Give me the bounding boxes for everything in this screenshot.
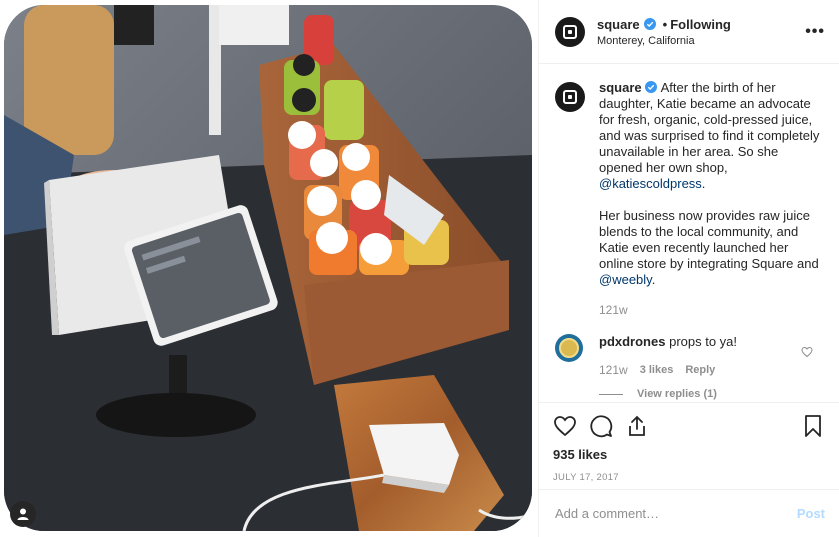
caption-text-2-end: . (651, 272, 656, 287)
comment-text: props to ya! (669, 334, 738, 349)
caption-text-1-end: . (701, 176, 706, 191)
square-logo-icon (563, 90, 577, 104)
header-separator: • (662, 16, 668, 32)
mention-weebly[interactable]: @weebly (599, 272, 652, 287)
post-caption: square After the birth of her daughter, K… (555, 80, 823, 318)
caption-body: square After the birth of her daughter, K… (599, 80, 823, 318)
caption-paragraph-2: Her business now provides raw juice blen… (599, 208, 823, 288)
share-icon[interactable] (625, 414, 649, 438)
comment-reply-button[interactable]: Reply (685, 362, 715, 378)
likes-count[interactable]: 935 likes (553, 447, 825, 462)
drone-badge-icon (559, 338, 579, 358)
comment-like-heart-icon[interactable] (801, 346, 813, 358)
add-comment-bar: Post (539, 489, 839, 537)
post-comment-button[interactable]: Post (797, 506, 825, 521)
post-side-panel: square • Following Monterey, California … (538, 0, 839, 537)
tagged-user-button[interactable] (10, 501, 36, 527)
bookmark-icon[interactable] (801, 414, 825, 438)
post-date[interactable]: JULY 17, 2017 (553, 472, 825, 483)
comment-icon[interactable] (589, 414, 613, 438)
header-title-line: square • Following (597, 17, 805, 32)
verified-badge-icon (644, 81, 657, 93)
post-header: square • Following Monterey, California … (539, 0, 839, 64)
header-text: square • Following Monterey, California (597, 17, 805, 47)
account-avatar[interactable] (555, 16, 585, 47)
commenter-avatar[interactable] (555, 334, 583, 362)
caption-text-2: Her business now provides raw juice blen… (599, 208, 819, 271)
comment-meta: 121w 3 likes Reply (599, 362, 737, 378)
caption-paragraph-1: square After the birth of her daughter, K… (599, 80, 823, 192)
comment-body: pdxdrones props to ya! 121w 3 likes Repl… (599, 334, 737, 378)
comment-item: pdxdrones props to ya! 121w 3 likes Repl… (555, 334, 823, 378)
caption-username[interactable]: square (599, 80, 642, 95)
comment-username[interactable]: pdxdrones (599, 334, 665, 349)
following-button[interactable]: Following (670, 17, 731, 32)
caption-timestamp[interactable]: 121w (599, 302, 823, 318)
actions-area: 935 likes JULY 17, 2017 (539, 402, 839, 489)
comment-line: pdxdrones props to ya! (599, 334, 737, 350)
view-replies-button[interactable]: View replies (1) (599, 388, 823, 400)
caption-avatar[interactable] (555, 82, 585, 112)
verified-badge-icon (643, 18, 656, 30)
person-icon (17, 508, 29, 520)
comments-section: square After the birth of her daughter, K… (539, 64, 839, 402)
post-photo[interactable] (4, 5, 532, 531)
comment-likes-count[interactable]: 3 likes (640, 362, 674, 378)
more-options-icon[interactable]: ••• (805, 23, 825, 41)
comment-timestamp[interactable]: 121w (599, 362, 628, 378)
square-logo-icon (563, 24, 577, 39)
photo-illustration (4, 5, 532, 531)
post-location[interactable]: Monterey, California (597, 35, 805, 47)
replies-divider (599, 393, 623, 395)
action-bar (553, 411, 825, 441)
view-replies-label[interactable]: View replies (1) (637, 388, 717, 400)
photo-container (0, 0, 538, 537)
instagram-post: square • Following Monterey, California … (0, 0, 839, 537)
heart-icon[interactable] (553, 414, 577, 438)
add-comment-input[interactable] (555, 506, 797, 521)
mention-katiescoldpress[interactable]: @katiescoldpress (599, 176, 702, 191)
account-username[interactable]: square (597, 17, 640, 32)
